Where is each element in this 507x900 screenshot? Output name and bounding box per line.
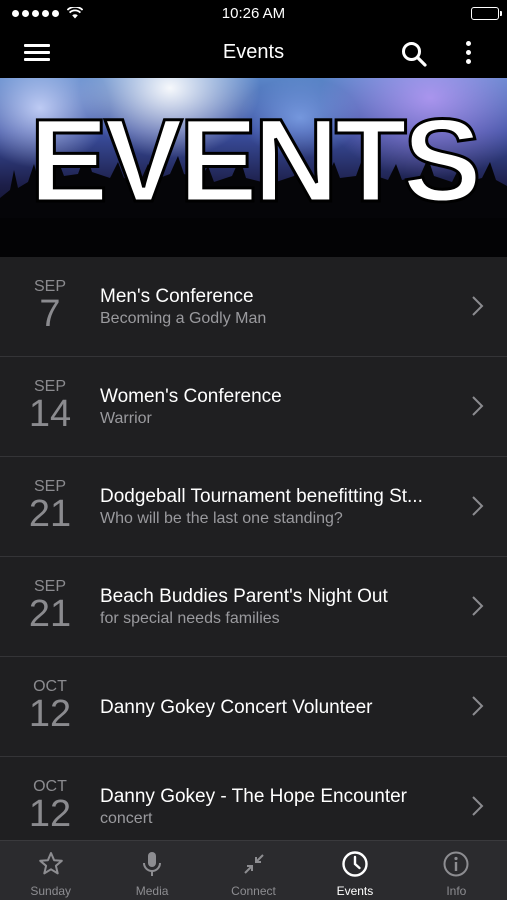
- event-day: 21: [28, 493, 72, 535]
- chevron-right-icon: [472, 396, 484, 416]
- star-icon: [38, 852, 63, 875]
- event-date: OCT 12: [22, 779, 78, 835]
- chevron-right-icon: [472, 696, 484, 716]
- chevron-right-icon: [472, 496, 484, 516]
- clock-icon: [342, 851, 368, 877]
- battery-icon: [471, 7, 502, 20]
- page-title: Events: [222, 41, 285, 63]
- tab-label: Info: [446, 884, 467, 898]
- tab-connect[interactable]: Connect: [203, 841, 304, 900]
- event-date: SEP 21: [22, 479, 78, 535]
- tab-label: Events: [336, 884, 374, 898]
- event-subtitle: Warrior: [100, 410, 152, 427]
- event-subtitle: Who will be the last one standing?: [100, 510, 343, 527]
- event-row[interactable]: SEP 21 Dodgeball Tournament benefitting …: [0, 457, 507, 557]
- event-date: OCT 12: [22, 679, 78, 735]
- event-row[interactable]: SEP 21 Beach Buddies Parent's Night Out …: [0, 557, 507, 657]
- event-date: SEP 7: [22, 279, 78, 335]
- info-icon: [443, 851, 469, 877]
- event-title: Women's Conference: [100, 386, 282, 407]
- event-title: Dodgeball Tournament benefitting St...: [100, 486, 423, 507]
- event-day: 21: [28, 593, 72, 635]
- tab-media[interactable]: Media: [101, 841, 202, 900]
- tab-label: Connect: [231, 884, 276, 898]
- event-row[interactable]: OCT 12 Danny Gokey - The Hope Encounter …: [0, 757, 507, 840]
- connect-arrows-icon: [243, 854, 264, 874]
- event-day: 12: [28, 693, 72, 735]
- tab-bar: Sunday Media Connect Events Info: [0, 840, 507, 900]
- banner-title: EVENTS: [28, 95, 483, 227]
- event-subtitle: concert: [100, 810, 153, 827]
- tab-label: Media: [135, 884, 169, 898]
- tab-info[interactable]: Info: [406, 841, 507, 900]
- event-date: SEP 21: [22, 579, 78, 635]
- microphone-icon: [143, 852, 162, 876]
- chevron-right-icon: [472, 796, 484, 816]
- event-title: Men's Conference: [100, 286, 254, 307]
- event-title: Danny Gokey Concert Volunteer: [100, 697, 373, 718]
- nav-bar: Events: [0, 28, 507, 78]
- event-row[interactable]: SEP 14 Women's Conference Warrior: [0, 357, 507, 457]
- events-banner: EVENTS: [0, 78, 507, 257]
- event-subtitle: Becoming a Godly Man: [100, 310, 267, 327]
- chevron-right-icon: [472, 596, 484, 616]
- event-row[interactable]: OCT 12 Danny Gokey Concert Volunteer: [0, 657, 507, 757]
- status-time: 10:26 AM: [221, 5, 286, 22]
- event-title: Danny Gokey - The Hope Encounter: [100, 786, 407, 807]
- status-bar: 10:26 AM: [0, 0, 507, 28]
- event-day: 12: [28, 793, 72, 835]
- event-day: 14: [28, 393, 72, 435]
- event-subtitle: for special needs families: [100, 610, 280, 627]
- events-list: SEP 7 Men's Conference Becoming a Godly …: [0, 257, 507, 840]
- search-icon[interactable]: [400, 40, 428, 68]
- tab-sunday[interactable]: Sunday: [0, 841, 101, 900]
- tab-label: Sunday: [30, 884, 72, 898]
- event-date: SEP 14: [22, 379, 78, 435]
- tab-events[interactable]: Events: [304, 841, 405, 900]
- event-row[interactable]: SEP 7 Men's Conference Becoming a Godly …: [0, 257, 507, 357]
- event-day: 7: [39, 293, 61, 335]
- more-options-icon[interactable]: [458, 38, 478, 68]
- chevron-right-icon: [472, 296, 484, 316]
- event-title: Beach Buddies Parent's Night Out: [100, 586, 388, 607]
